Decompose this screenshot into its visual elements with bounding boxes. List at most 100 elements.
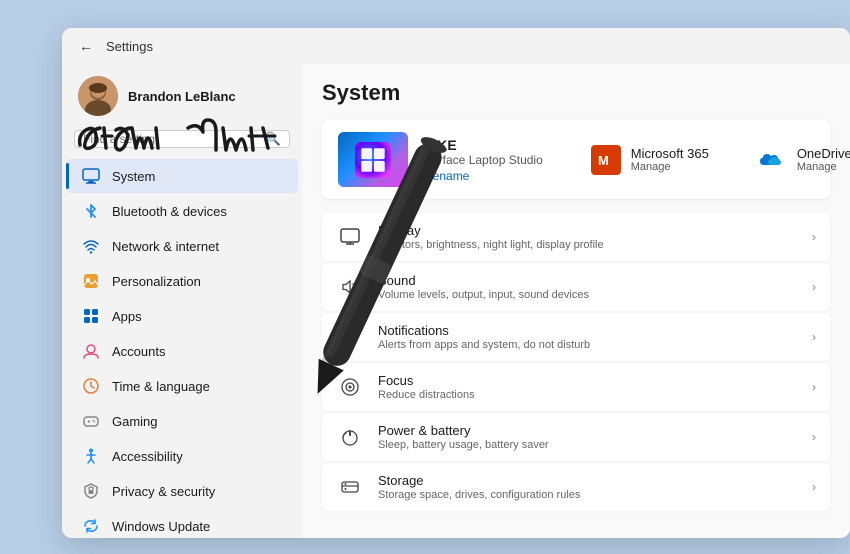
device-model: Surface Laptop Studio (424, 153, 543, 167)
device-name: PIKE (424, 137, 543, 153)
notifications-desc: Alerts from apps and system, do not dist… (378, 339, 798, 351)
settings-item-sound[interactable]: Sound Volume levels, output, input, soun… (322, 263, 830, 311)
display-label: Display (378, 223, 798, 238)
display-desc: Monitors, brightness, night light, displ… (378, 239, 798, 251)
accessibility-icon (82, 447, 100, 465)
user-name: Brandon LeBlanc (128, 89, 236, 104)
storage-desc: Storage space, drives, configuration rul… (378, 489, 798, 501)
sidebar-label-accounts: Accounts (112, 344, 165, 359)
main-content: System (302, 64, 850, 538)
time-icon (82, 377, 100, 395)
sidebar-item-accessibility[interactable]: Accessibility (66, 439, 298, 473)
chevron-icon-notifications: › (812, 330, 816, 344)
network-icon (82, 237, 100, 255)
settings-window: ← Settings Brandon LeBlanc (62, 28, 850, 538)
onedrive-info: OneDrive Manage (797, 146, 850, 173)
sidebar: Brandon LeBlanc 🔍 (62, 64, 302, 538)
device-info: PIKE Surface Laptop Studio Rename (424, 137, 543, 183)
settings-info-notifications: Notifications Alerts from apps and syste… (378, 323, 798, 351)
settings-item-display[interactable]: Display Monitors, brightness, night ligh… (322, 213, 830, 261)
onedrive-card[interactable]: OneDrive Manage (757, 145, 850, 175)
storage-label: Storage (378, 473, 798, 488)
window-title: Settings (106, 39, 153, 54)
ms365-icon: M (591, 145, 621, 175)
ms365-label: Microsoft 365 (631, 146, 709, 161)
chevron-icon-sound: › (812, 280, 816, 294)
display-icon (336, 223, 364, 251)
sound-label: Sound (378, 273, 798, 288)
storage-icon (336, 473, 364, 501)
power-label: Power & battery (378, 423, 798, 438)
sidebar-item-update[interactable]: Windows Update (66, 509, 298, 538)
sidebar-label-update: Windows Update (112, 519, 210, 534)
bluetooth-icon (82, 202, 100, 220)
sidebar-label-privacy: Privacy & security (112, 484, 215, 499)
titlebar: ← Settings (62, 28, 850, 64)
focus-icon (336, 373, 364, 401)
sidebar-item-accounts[interactable]: Accounts (66, 334, 298, 368)
chevron-icon-storage: › (812, 480, 816, 494)
settings-item-focus[interactable]: Focus Reduce distractions › (322, 363, 830, 411)
notifications-label: Notifications (378, 323, 798, 338)
power-desc: Sleep, battery usage, battery saver (378, 439, 798, 451)
device-card: PIKE Surface Laptop Studio Rename M Micr… (322, 120, 830, 199)
back-button[interactable]: ← (74, 34, 98, 58)
sound-desc: Volume levels, output, input, sound devi… (378, 289, 798, 301)
sidebar-item-privacy[interactable]: Privacy & security (66, 474, 298, 508)
search-box[interactable]: 🔍 (74, 130, 290, 148)
power-icon (336, 423, 364, 451)
device-rename-link[interactable]: Rename (424, 169, 543, 183)
settings-info-focus: Focus Reduce distractions (378, 373, 798, 401)
focus-desc: Reduce distractions (378, 389, 798, 401)
system-icon (82, 167, 100, 185)
personalization-icon (82, 272, 100, 290)
accounts-icon (82, 342, 100, 360)
device-image (338, 132, 408, 187)
ms365-card[interactable]: M Microsoft 365 Manage (591, 145, 709, 175)
sidebar-item-bluetooth[interactable]: Bluetooth & devices (66, 194, 298, 228)
sidebar-label-personalization: Personalization (112, 274, 201, 289)
apps-icon (82, 307, 100, 325)
chevron-icon-focus: › (812, 380, 816, 394)
onedrive-label: OneDrive (797, 146, 850, 161)
avatar (78, 76, 118, 116)
settings-info-storage: Storage Storage space, drives, configura… (378, 473, 798, 501)
sidebar-item-apps[interactable]: Apps (66, 299, 298, 333)
settings-info-power: Power & battery Sleep, battery usage, ba… (378, 423, 798, 451)
search-icon: 🔍 (265, 131, 281, 147)
svg-text:M: M (598, 153, 609, 168)
page-title: System (322, 80, 830, 106)
sidebar-label-accessibility: Accessibility (112, 449, 183, 464)
ms365-info: Microsoft 365 Manage (631, 146, 709, 173)
onedrive-icon (757, 145, 787, 175)
sidebar-nav: System Bluetooth & devices (62, 158, 302, 538)
settings-item-notifications[interactable]: Notifications Alerts from apps and syste… (322, 313, 830, 361)
sidebar-item-network[interactable]: Network & internet (66, 229, 298, 263)
gaming-icon (82, 412, 100, 430)
sidebar-item-system[interactable]: System (66, 159, 298, 193)
ms365-sub: Manage (631, 161, 709, 173)
settings-info-display: Display Monitors, brightness, night ligh… (378, 223, 798, 251)
sidebar-label-network: Network & internet (112, 239, 219, 254)
chevron-icon-power: › (812, 430, 816, 444)
sidebar-item-gaming[interactable]: Gaming (66, 404, 298, 438)
settings-list: Display Monitors, brightness, night ligh… (322, 213, 830, 511)
chevron-icon: › (812, 230, 816, 244)
sidebar-label-gaming: Gaming (112, 414, 158, 429)
update-icon (82, 517, 100, 535)
sidebar-label-bluetooth: Bluetooth & devices (112, 204, 227, 219)
sidebar-label-time: Time & language (112, 379, 210, 394)
user-profile: Brandon LeBlanc (62, 64, 302, 124)
sidebar-item-personalization[interactable]: Personalization (66, 264, 298, 298)
settings-info-sound: Sound Volume levels, output, input, soun… (378, 273, 798, 301)
settings-item-power[interactable]: Power & battery Sleep, battery usage, ba… (322, 413, 830, 461)
onedrive-sub: Manage (797, 161, 850, 173)
privacy-icon (82, 482, 100, 500)
sound-icon (336, 273, 364, 301)
sidebar-label-apps: Apps (112, 309, 142, 324)
search-input[interactable] (83, 132, 259, 146)
settings-item-storage[interactable]: Storage Storage space, drives, configura… (322, 463, 830, 511)
sidebar-item-time[interactable]: Time & language (66, 369, 298, 403)
sidebar-label-system: System (112, 169, 155, 184)
focus-label: Focus (378, 373, 798, 388)
